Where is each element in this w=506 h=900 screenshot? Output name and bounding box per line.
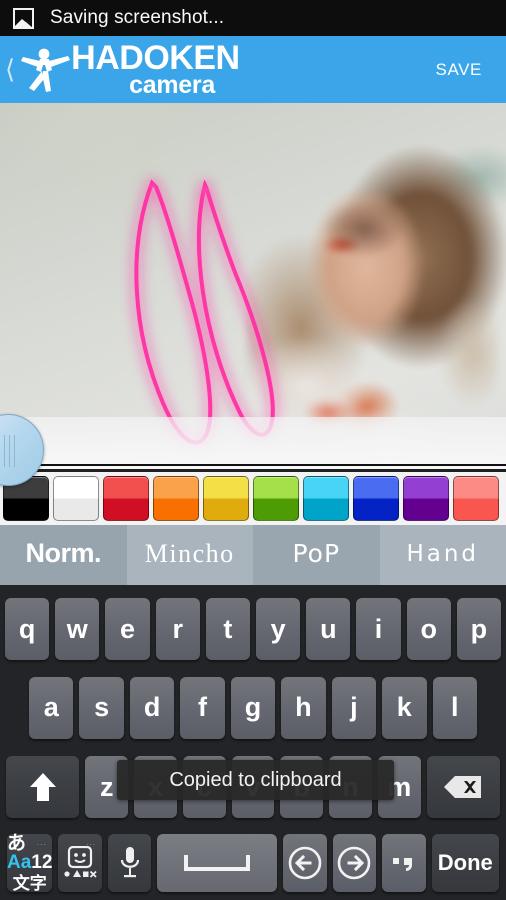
- swatch-white[interactable]: [53, 476, 99, 521]
- toast-message: Copied to clipboard: [117, 760, 394, 800]
- swatch-pink[interactable]: [453, 476, 499, 521]
- canvas-bottom-band: [0, 417, 506, 469]
- arrow-left-circle-icon: [288, 846, 322, 880]
- font-tab-pop[interactable]: PoP: [253, 525, 380, 585]
- key-r[interactable]: r: [155, 598, 200, 660]
- swatch-red[interactable]: [103, 476, 149, 521]
- punctuation-icon: [392, 858, 412, 871]
- app-root: Saving screenshot... ⟨ HADOKEN camera SA…: [0, 0, 506, 900]
- emoji-key[interactable]: ...: [58, 834, 102, 892]
- cursor-left-key[interactable]: [283, 834, 327, 892]
- key-d[interactable]: d: [129, 676, 175, 739]
- backspace-icon: [444, 776, 482, 798]
- language-key-hiragana: あ: [7, 833, 27, 854]
- status-bar: Saving screenshot...: [0, 0, 506, 36]
- key-q[interactable]: q: [5, 598, 50, 660]
- backspace-key[interactable]: [426, 756, 500, 818]
- done-key[interactable]: Done: [431, 834, 499, 892]
- language-key-dots: ...: [36, 838, 47, 847]
- key-u[interactable]: u: [306, 598, 351, 660]
- arrow-right-circle-icon: [338, 846, 371, 880]
- key-f[interactable]: f: [180, 676, 225, 739]
- space-key[interactable]: [157, 834, 278, 892]
- key-t[interactable]: t: [205, 598, 251, 660]
- emoji-key-dots: ...: [86, 838, 96, 847]
- key-h[interactable]: h: [281, 676, 326, 739]
- swatch-yellow[interactable]: [203, 476, 249, 521]
- key-y[interactable]: y: [256, 598, 301, 660]
- language-key[interactable]: ... あAa12 文字: [7, 833, 53, 893]
- app-bar: ⟨ HADOKEN camera SAVE: [0, 36, 506, 103]
- font-style-tabs: Norm. Mincho PoP Hand: [0, 525, 506, 585]
- status-bar-text: Saving screenshot...: [50, 7, 225, 28]
- color-palette: [0, 472, 506, 525]
- swatch-purple[interactable]: [403, 476, 449, 521]
- emoji-face-icon: [64, 846, 97, 878]
- key-k[interactable]: k: [382, 676, 427, 739]
- microphone-icon: [120, 847, 139, 878]
- key-s[interactable]: s: [79, 676, 124, 739]
- swatch-blue[interactable]: [353, 476, 399, 521]
- cursor-right-key[interactable]: [332, 834, 377, 892]
- key-i[interactable]: i: [356, 598, 401, 660]
- canvas-bottom-rule: [0, 464, 506, 466]
- language-key-numeric: 12: [31, 852, 53, 873]
- swatch-orange[interactable]: [153, 476, 199, 521]
- language-key-moji: 文字: [12, 874, 47, 893]
- punctuation-key[interactable]: [382, 834, 426, 892]
- brand-main-text: HADOKEN: [71, 38, 240, 77]
- swatch-cyan[interactable]: [303, 476, 349, 521]
- key-j[interactable]: j: [331, 676, 377, 739]
- swatch-green[interactable]: [253, 476, 299, 521]
- save-button[interactable]: SAVE: [436, 60, 483, 80]
- keyboard-row-1: qwertyuiop: [0, 585, 506, 665]
- photo-edit-canvas[interactable]: [0, 103, 506, 469]
- key-o[interactable]: o: [406, 598, 451, 660]
- microphone-key[interactable]: [107, 834, 152, 892]
- key-l[interactable]: l: [432, 676, 477, 739]
- key-p[interactable]: p: [456, 598, 502, 660]
- shift-key[interactable]: [6, 756, 80, 818]
- font-tab-mincho[interactable]: Mincho: [126, 525, 253, 585]
- on-screen-keyboard: qwertyuiop asdfghjkl zxcvbnm ...: [0, 585, 506, 900]
- brand-sub-text: camera: [129, 70, 215, 99]
- slider-grip-icon: [4, 435, 16, 467]
- back-chevron-icon[interactable]: ⟨: [5, 57, 15, 83]
- key-w[interactable]: w: [55, 598, 100, 660]
- shift-arrow-icon: [29, 773, 56, 801]
- font-tab-hand[interactable]: Hand: [379, 525, 506, 585]
- gallery-icon: [13, 7, 34, 29]
- hadoken-figure-icon: [18, 46, 72, 94]
- keyboard-row-2: asdfghjkl: [0, 665, 506, 748]
- brand-logotype: HADOKEN camera: [71, 38, 240, 99]
- keyboard-row-4: ... あAa12 文字 ... Done: [0, 826, 506, 900]
- language-key-latin: Aa: [7, 852, 32, 873]
- key-e[interactable]: e: [105, 598, 150, 660]
- space-bar-icon: [184, 855, 251, 871]
- font-tab-normal[interactable]: Norm.: [0, 525, 127, 585]
- key-a[interactable]: a: [29, 676, 74, 739]
- key-g[interactable]: g: [230, 676, 276, 739]
